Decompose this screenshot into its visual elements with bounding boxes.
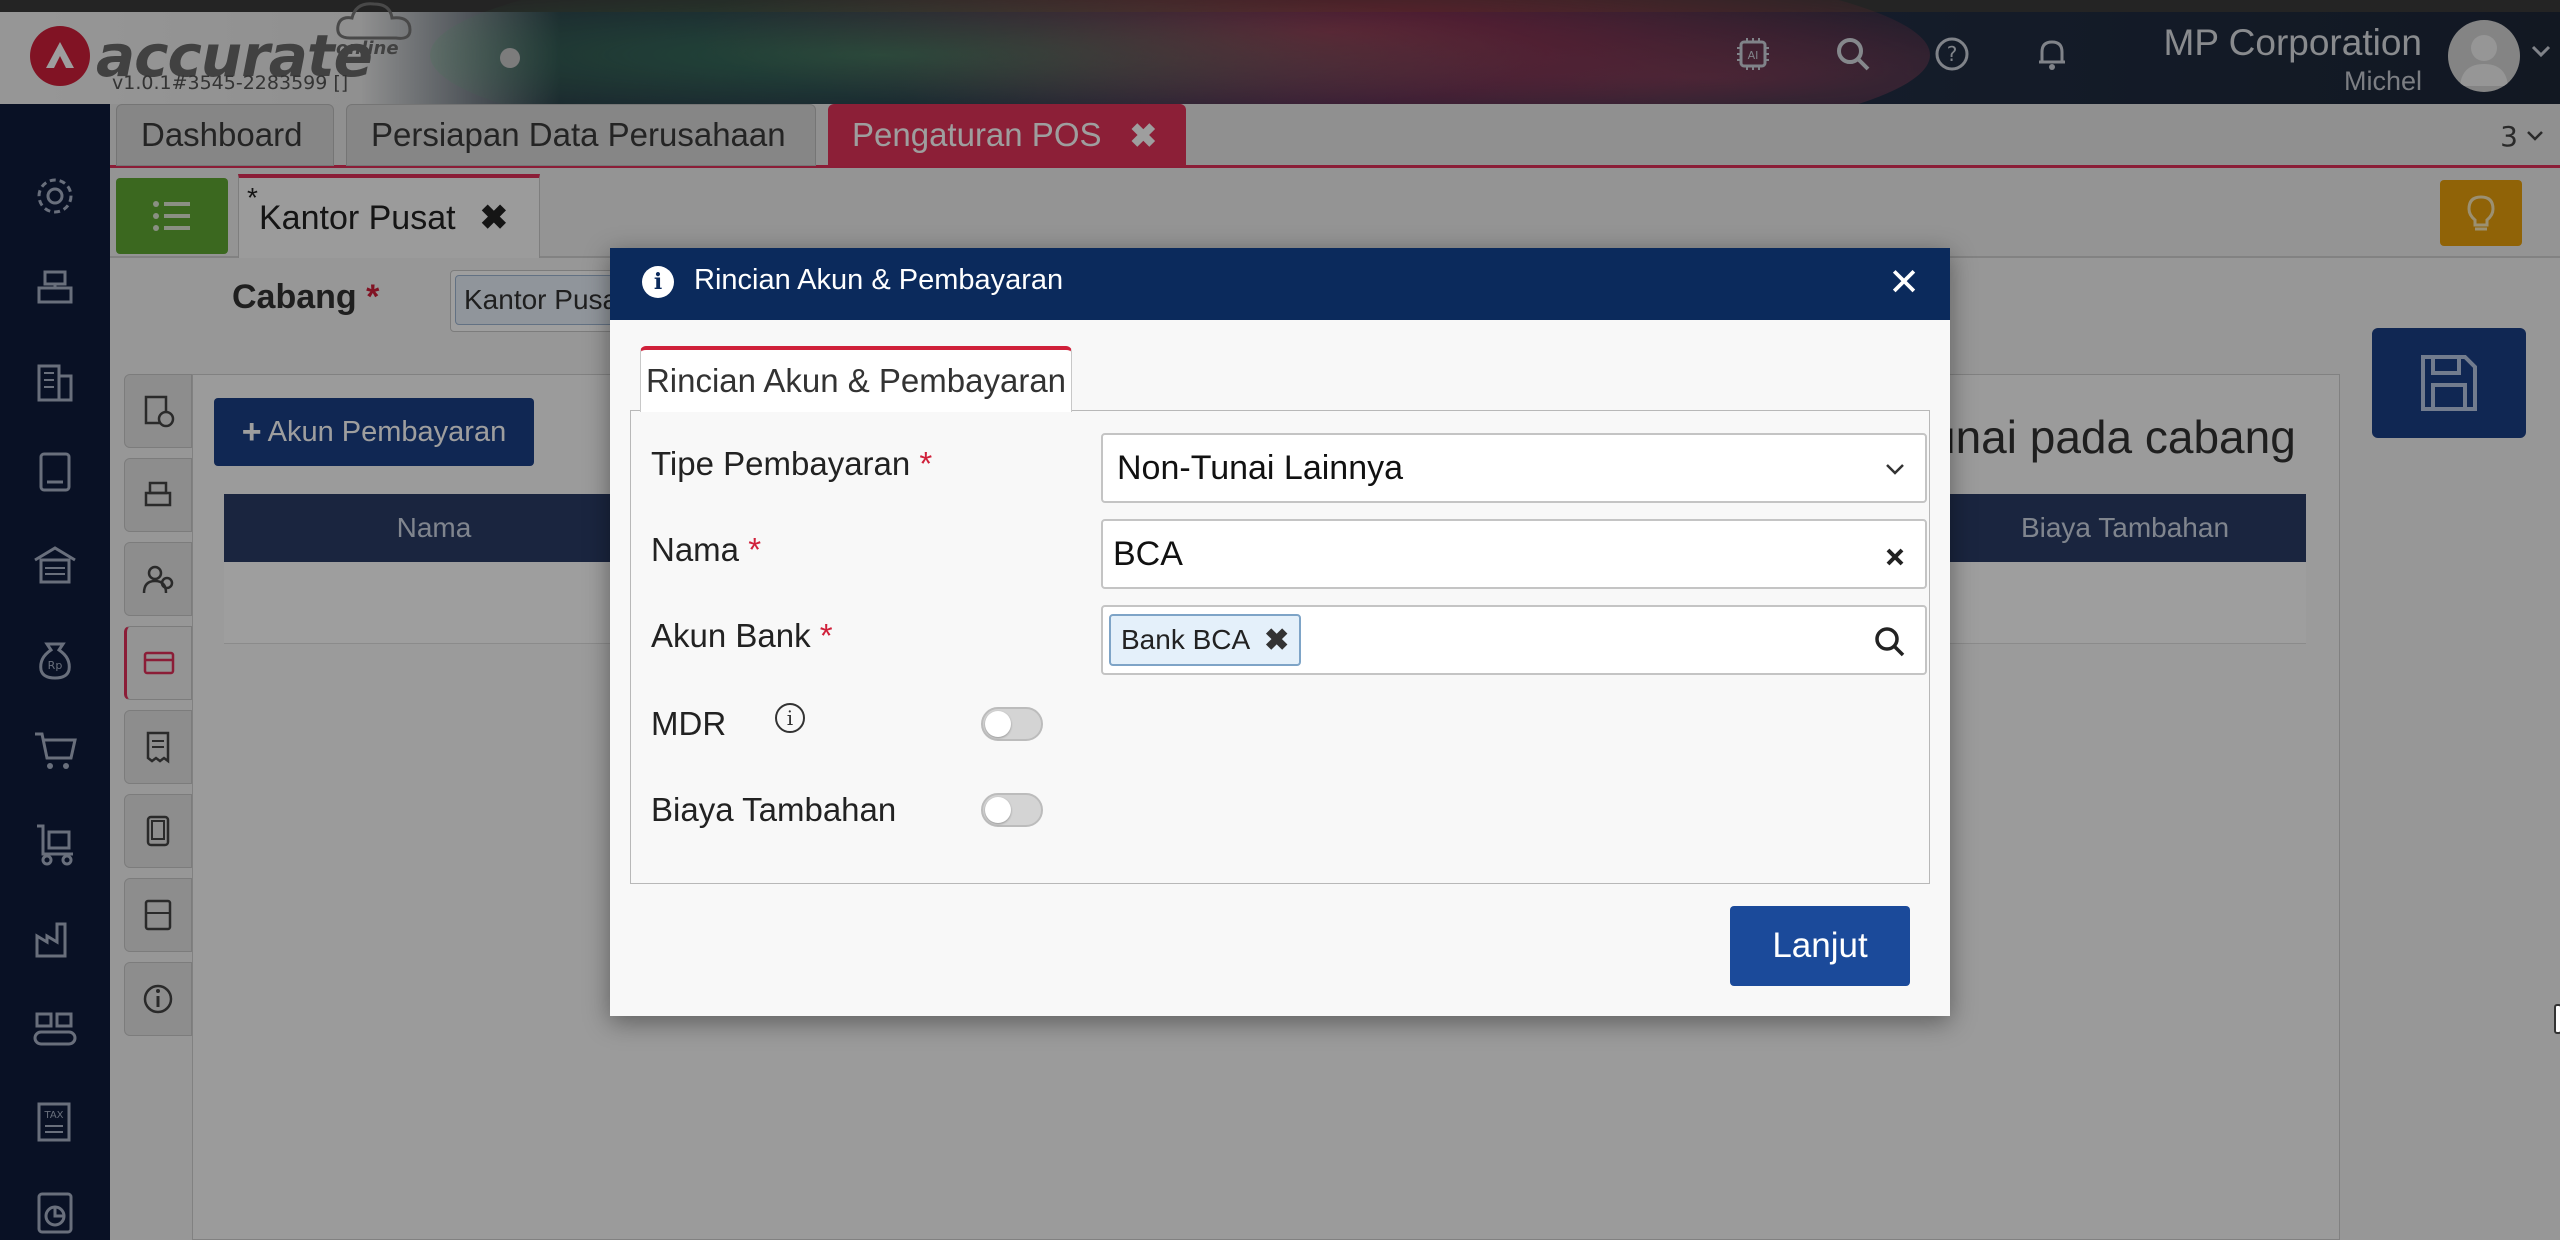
akun-bank-field[interactable]: Bank BCA ✖ [1101, 605, 1927, 675]
required-marker: * [748, 531, 762, 568]
required-marker: * [919, 445, 933, 482]
tipe-pembayaran-select[interactable]: Non-Tunai Lainnya [1101, 433, 1927, 503]
akun-label-text: Akun Bank [651, 617, 811, 654]
toggle-knob [985, 711, 1011, 737]
nama-value: BCA [1113, 534, 1183, 573]
info-icon: i [642, 266, 674, 298]
tipe-pembayaran-label: Tipe Pembayaran * [651, 445, 932, 483]
close-icon[interactable]: ✕ [1888, 260, 1920, 304]
toggle-knob [985, 797, 1011, 823]
akun-bank-label: Akun Bank * [651, 617, 833, 655]
bank-bca-chip[interactable]: Bank BCA ✖ [1109, 614, 1302, 666]
rincian-akun-dialog: i Rincian Akun & Pembayaran ✕ Rincian Ak… [610, 248, 1950, 1016]
nama-input[interactable]: BCA [1101, 519, 1927, 589]
nama-label: Nama * [651, 531, 761, 569]
mdr-label: MDR [651, 705, 727, 742]
lanjut-button[interactable]: Lanjut [1730, 906, 1910, 986]
tipe-pembayaran-value: Non-Tunai Lainnya [1117, 448, 1404, 487]
mouse-cursor [2554, 1004, 2560, 1034]
chip-label: Bank BCA [1121, 624, 1251, 655]
clear-icon[interactable] [1883, 537, 1907, 577]
required-marker: * [819, 617, 833, 654]
dialog-header: i Rincian Akun & Pembayaran ✕ [610, 248, 1950, 320]
chevron-down-icon [1886, 464, 1904, 475]
nama-label-text: Nama [651, 531, 740, 568]
biaya-tambahan-toggle[interactable] [981, 793, 1043, 827]
info-icon[interactable]: i [775, 703, 805, 733]
mdr-toggle[interactable] [981, 707, 1043, 741]
search-icon[interactable] [1873, 621, 1907, 661]
tipe-label-text: Tipe Pembayaran [651, 445, 911, 482]
remove-chip-icon[interactable]: ✖ [1264, 623, 1289, 658]
dialog-title: Rincian Akun & Pembayaran [694, 264, 1064, 296]
dialog-form-frame: Tipe Pembayaran * Non-Tunai Lainnya Nama… [630, 410, 1930, 884]
tab-rincian-akun[interactable]: Rincian Akun & Pembayaran [640, 346, 1072, 412]
biaya-tambahan-label: Biaya Tambahan [651, 791, 897, 828]
